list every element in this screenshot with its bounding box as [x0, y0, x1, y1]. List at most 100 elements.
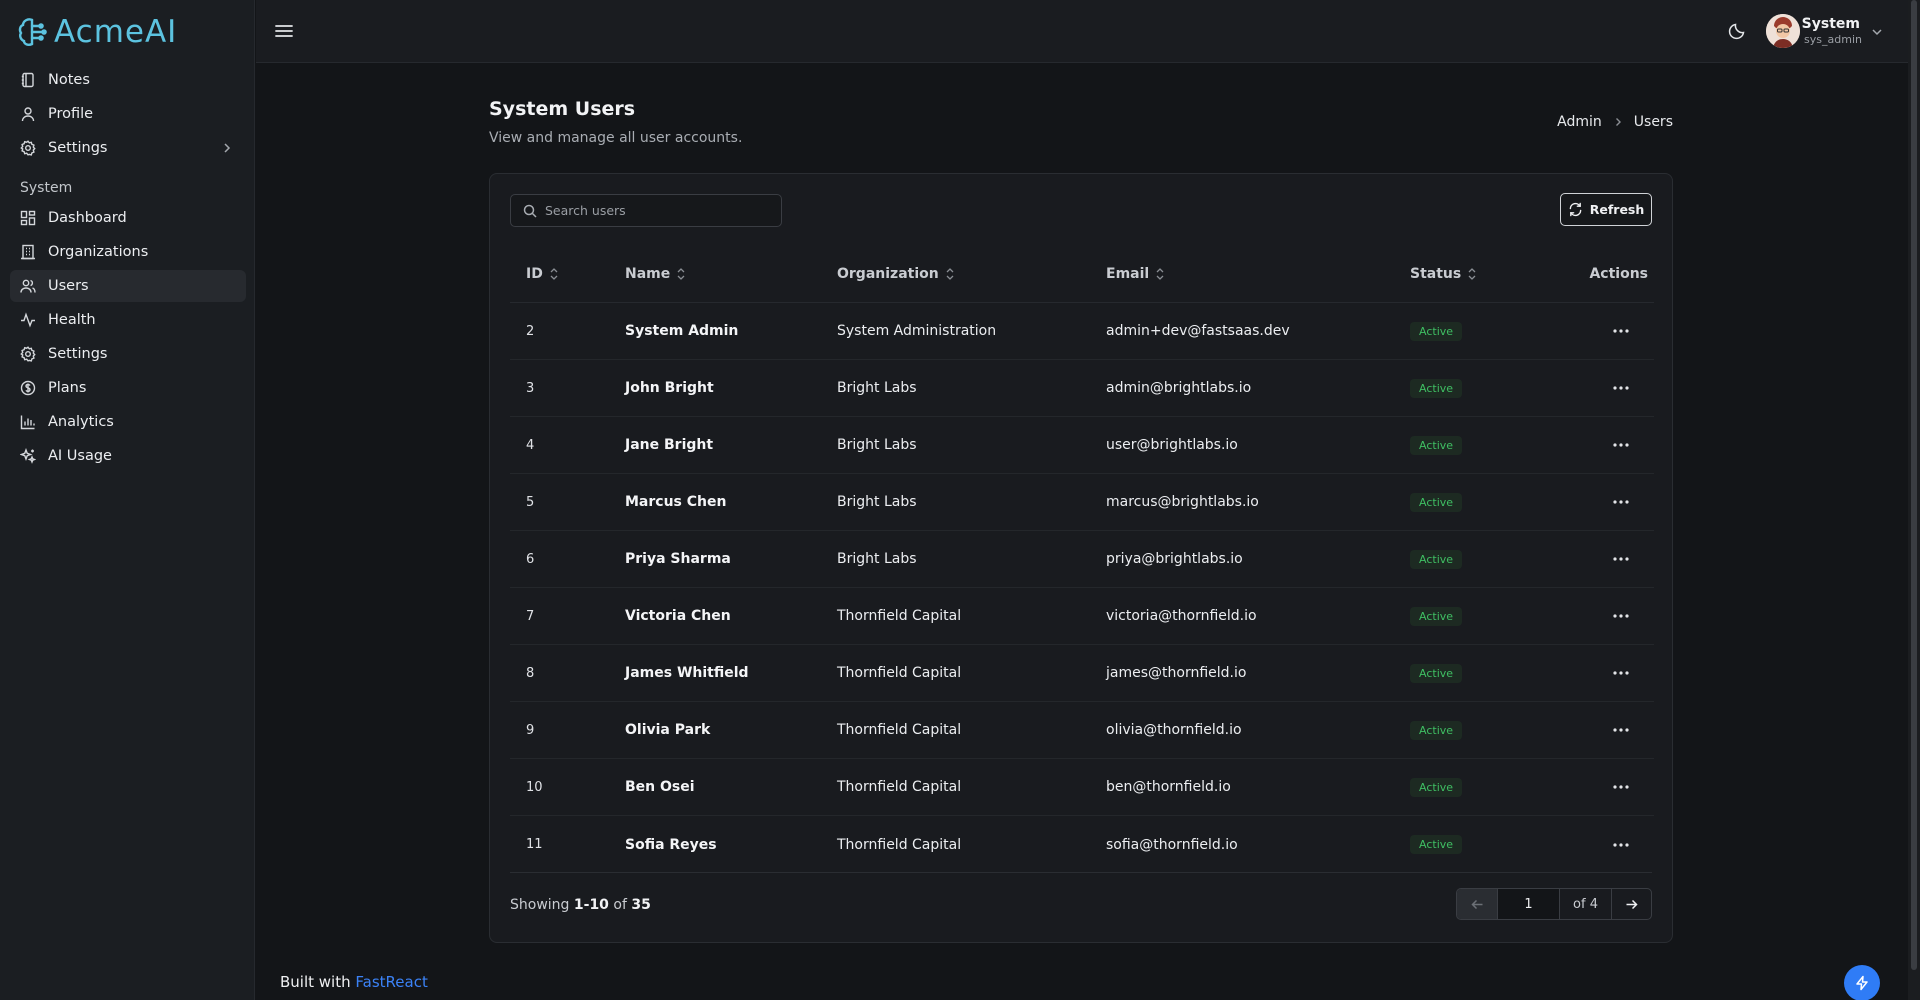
refresh-button[interactable]: Refresh — [1560, 193, 1652, 226]
table-row[interactable]: 9 Olivia Park Thornfield Capital olivia@tho… — [510, 702, 1654, 759]
table-row[interactable]: 7 Victoria Chen Thornfield Capital victoria… — [510, 588, 1654, 645]
sidebar-item-notes[interactable]: Notes — [10, 64, 246, 96]
notebook-icon — [21, 72, 34, 88]
more-horizontal-icon[interactable] — [1610, 548, 1632, 570]
user-avatar-image — [1766, 14, 1800, 48]
cell-organization: Thornfield Capital — [837, 779, 962, 795]
more-horizontal-icon[interactable] — [1610, 605, 1632, 627]
sidebar-item-health[interactable]: Health — [10, 304, 246, 336]
showing-total: 35 — [631, 897, 651, 913]
more-horizontal-icon[interactable] — [1610, 662, 1632, 684]
status-badge: Active — [1410, 492, 1463, 512]
sidebar-item-dashboard[interactable]: Dashboard — [10, 202, 246, 234]
breadcrumb-admin[interactable]: Admin — [1557, 114, 1602, 130]
table-body: 2 System Admin System Administration admin+… — [510, 303, 1654, 873]
cell-status: Active — [1410, 663, 1463, 683]
cell-organization: Bright Labs — [837, 437, 917, 453]
cell-name: Priya Sharma — [625, 551, 731, 567]
footer-brand-link[interactable]: FastReact — [355, 973, 427, 991]
refresh-label: Refresh — [1589, 202, 1645, 217]
cell-organization: System Administration — [837, 323, 997, 339]
table-row[interactable]: 3 John Bright Bright Labs admin@brightlabs.… — [510, 360, 1654, 417]
dollar-circle-icon — [20, 380, 36, 396]
cell-name: James Whitfield — [625, 665, 749, 681]
table-row[interactable]: 10 Ben Osei Thornfield Capital ben@thornfie… — [510, 759, 1654, 816]
sidebar-item-system-settings[interactable]: Settings — [10, 338, 246, 370]
table-row[interactable]: 5 Marcus Chen Bright Labs marcus@brightlabs… — [510, 474, 1654, 531]
sidebar-item-label: AI Usage — [48, 448, 112, 464]
sidebar-item-label: Profile — [48, 106, 94, 122]
avatar[interactable] — [1766, 14, 1800, 48]
more-horizontal-icon[interactable] — [1610, 377, 1632, 399]
chevron-right-icon — [1615, 118, 1621, 126]
next-page-button[interactable] — [1611, 889, 1651, 919]
quick-action-button[interactable] — [1844, 965, 1880, 1000]
column-header-organization[interactable]: Organization — [837, 266, 955, 282]
sidebar-nav: Notes Profile Settings System Dashboard … — [10, 64, 246, 474]
cell-status: Active — [1410, 777, 1463, 797]
sidebar-item-ai-usage[interactable]: AI Usage — [10, 440, 246, 472]
table-row[interactable]: 2 System Admin System Administration admin+… — [510, 303, 1654, 360]
pagination-summary: Showing 1-10 of 35 — [510, 897, 651, 913]
page-subtitle: View and manage all user accounts. — [489, 130, 743, 146]
chevron-right-icon — [224, 143, 231, 153]
page-number-input[interactable]: 1 — [1497, 889, 1559, 919]
sparkles-icon — [20, 448, 36, 464]
cell-id: 11 — [526, 837, 543, 852]
sidebar-item-label: Organizations — [48, 244, 149, 260]
cell-organization: Thornfield Capital — [837, 722, 962, 738]
app-logo[interactable]: AcmeAI — [18, 14, 177, 50]
table-row[interactable]: 11 Sofia Reyes Thornfield Capital sofia@tho… — [510, 816, 1654, 873]
more-horizontal-icon[interactable] — [1610, 320, 1632, 342]
cell-name: System Admin — [625, 323, 739, 339]
search-box[interactable] — [510, 194, 782, 227]
table-row[interactable]: 6 Priya Sharma Bright Labs priya@brightlabs… — [510, 531, 1654, 588]
hamburger-menu-icon[interactable] — [273, 20, 295, 42]
sidebar-item-profile[interactable]: Profile — [10, 98, 246, 130]
column-label: Email — [1106, 266, 1150, 282]
table-header: ID Name Organization Email Status Action… — [510, 246, 1654, 303]
arrow-right-icon — [1626, 899, 1638, 909]
column-header-status[interactable]: Status — [1410, 266, 1477, 282]
footer: Built with FastReact — [280, 973, 428, 991]
cell-email: sofia@thornfield.io — [1106, 836, 1238, 853]
sidebar-item-settings[interactable]: Settings — [10, 132, 246, 164]
sidebar-item-users[interactable]: Users — [10, 270, 246, 302]
more-horizontal-icon[interactable] — [1610, 719, 1632, 741]
showing-of: of — [613, 897, 627, 913]
sidebar-item-plans[interactable]: Plans — [10, 372, 246, 404]
column-header-name[interactable]: Name — [625, 266, 686, 282]
cell-organization: Thornfield Capital — [837, 836, 962, 853]
column-header-email[interactable]: Email — [1106, 266, 1165, 282]
chevron-down-icon[interactable] — [1870, 25, 1884, 39]
cell-id: 2 — [526, 323, 535, 339]
scrollbar[interactable] — [1908, 0, 1920, 1000]
moon-icon[interactable] — [1728, 22, 1746, 40]
column-header-id[interactable]: ID — [526, 266, 559, 282]
showing-prefix: Showing — [510, 897, 570, 913]
prev-page-button[interactable] — [1457, 889, 1497, 919]
search-input[interactable] — [545, 203, 765, 218]
more-horizontal-icon[interactable] — [1610, 434, 1632, 456]
cell-id: 9 — [526, 722, 535, 738]
footer-text: Built with — [280, 973, 351, 991]
user-name: System — [1801, 16, 1860, 32]
sidebar-item-analytics[interactable]: Analytics — [10, 406, 246, 438]
table-row[interactable]: 4 Jane Bright Bright Labs user@brightlabs.i… — [510, 417, 1654, 474]
more-horizontal-icon[interactable] — [1610, 491, 1632, 513]
more-horizontal-icon[interactable] — [1610, 776, 1632, 798]
user-role: sys_admin — [1804, 33, 1862, 46]
sidebar-item-organizations[interactable]: Organizations — [10, 236, 246, 268]
scrollbar-thumb[interactable] — [1911, 0, 1917, 970]
sort-icon — [550, 268, 558, 280]
status-badge: Active — [1410, 435, 1463, 455]
column-header-actions: Actions — [1589, 266, 1648, 282]
brain-logo-icon — [18, 18, 47, 46]
table-row[interactable]: 8 James Whitfield Thornfield Capital james@… — [510, 645, 1654, 702]
sidebar-item-label: Plans — [48, 380, 87, 396]
more-horizontal-icon[interactable] — [1610, 834, 1632, 856]
sidebar-section-system: System — [20, 180, 73, 196]
cell-id: 7 — [526, 608, 535, 624]
cell-name: Victoria Chen — [625, 608, 731, 624]
sidebar-item-label: Notes — [48, 72, 90, 88]
